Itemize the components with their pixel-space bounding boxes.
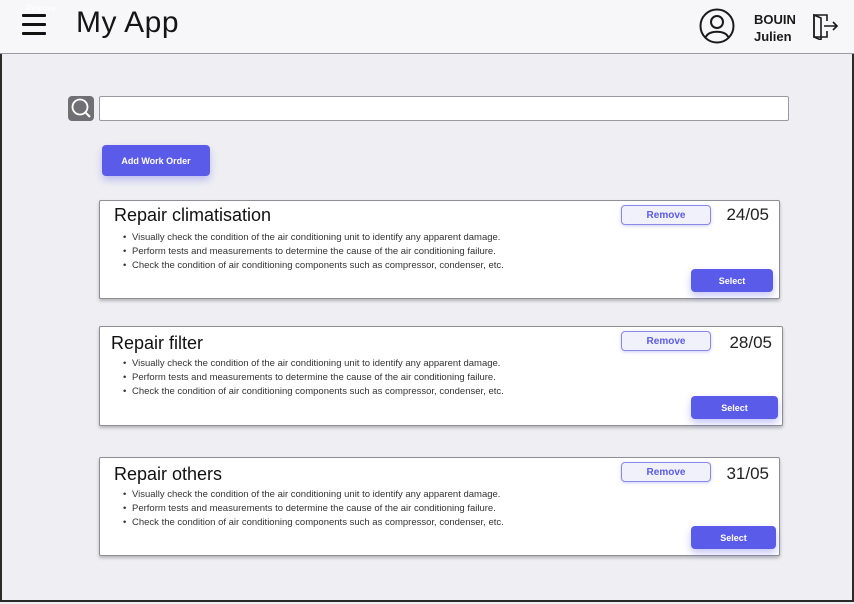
select-button[interactable]: Select — [691, 526, 776, 549]
task-list: Visually check the condition of the air … — [100, 488, 504, 531]
add-work-order-button[interactable]: Add Work Order — [102, 145, 210, 176]
task-item: Perform tests and measurements to determ… — [123, 245, 504, 259]
task-list: Visually check the condition of the air … — [100, 231, 504, 274]
work-order-card: Repair others Remove 31/05 Visually chec… — [99, 457, 780, 556]
work-order-title: Repair others — [114, 464, 223, 484]
select-button[interactable]: Select — [691, 396, 778, 419]
user-avatar-icon[interactable] — [699, 8, 735, 44]
remove-button[interactable]: Remove — [621, 331, 711, 351]
logout-icon[interactable] — [811, 12, 839, 40]
task-item: Visually check the condition of the air … — [123, 231, 504, 245]
task-list: Visually check the condition of the air … — [100, 357, 504, 400]
remove-button[interactable]: Remove — [621, 462, 711, 482]
overlay-label: Remove — [26, 4, 56, 13]
user-name: BOUIN Julien — [754, 11, 796, 45]
work-order-card: Repair climatisation Remove 24/05 Visual… — [99, 200, 780, 299]
user-last-name: BOUIN — [754, 12, 796, 27]
user-first-name: Julien — [754, 29, 792, 44]
task-item: Visually check the condition of the air … — [123, 357, 504, 371]
task-item: Check the condition of air conditioning … — [123, 516, 504, 530]
search-input[interactable] — [99, 96, 789, 121]
remove-button[interactable]: Remove — [621, 205, 711, 225]
work-order-date: 31/05 — [726, 464, 769, 483]
task-item: Visually check the condition of the air … — [123, 488, 504, 502]
hamburger-menu-icon[interactable] — [22, 14, 46, 36]
work-order-card: Repair filter Remove 28/05 Visually chec… — [99, 326, 783, 426]
search-icon[interactable] — [68, 96, 94, 121]
app-title: My App — [76, 6, 180, 39]
app-header: Remove My App BOUIN Julien — [0, 0, 854, 54]
work-order-title: Repair filter — [111, 333, 204, 353]
work-order-date: 24/05 — [726, 205, 769, 224]
task-item: Perform tests and measurements to determ… — [123, 371, 504, 385]
select-button[interactable]: Select — [691, 269, 773, 292]
work-order-title: Repair climatisation — [114, 205, 272, 225]
task-item: Check the condition of air conditioning … — [123, 385, 504, 399]
work-order-date: 28/05 — [729, 333, 772, 352]
task-item: Check the condition of air conditioning … — [123, 259, 504, 273]
task-item: Perform tests and measurements to determ… — [123, 502, 504, 516]
